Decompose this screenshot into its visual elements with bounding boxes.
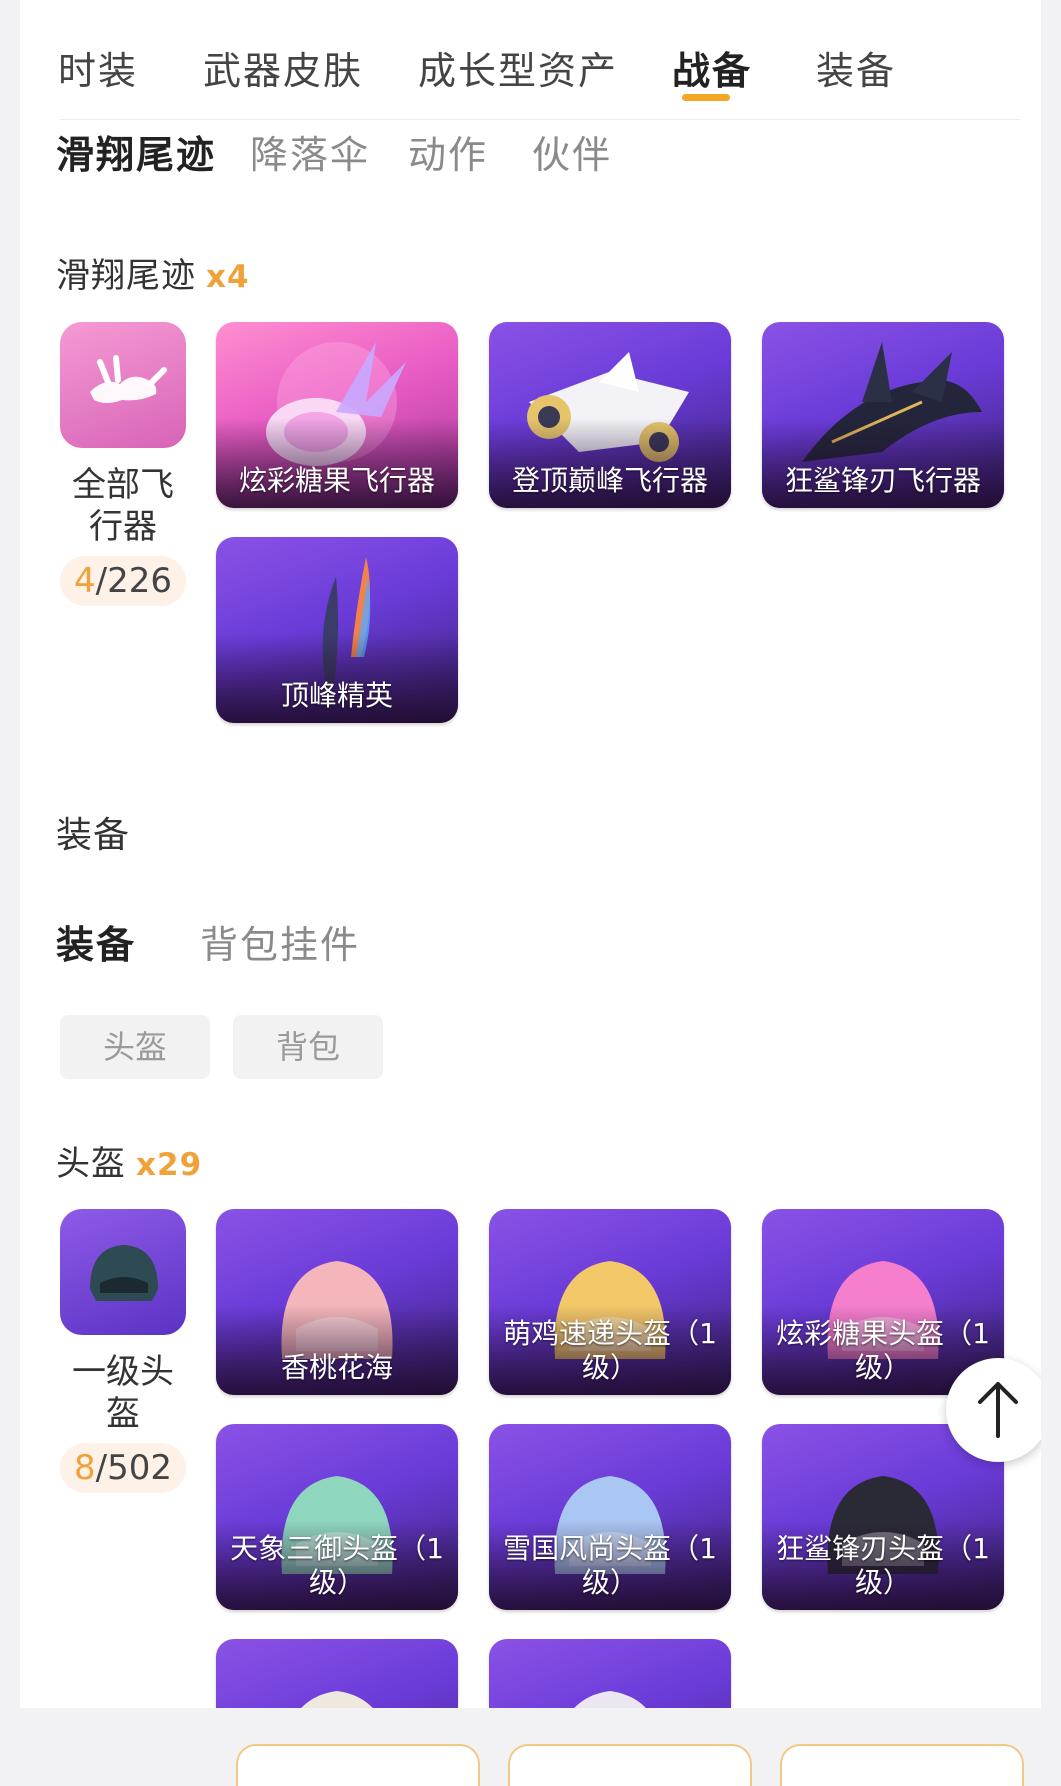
glide-progress: 4/226 — [60, 556, 186, 606]
glide-section-title: 滑翔尾迹 x4 — [56, 248, 250, 297]
helmet-name: 天象三御头盔（1级） — [230, 1532, 444, 1599]
helmet-progress: 8/502 — [60, 1443, 186, 1493]
top-tab-bar: 时装 武器皮肤 成长型资产 战备 装备 — [20, 28, 1041, 118]
subtab-parachute[interactable]: 降落伞 — [250, 124, 370, 179]
subtab-emote[interactable]: 动作 — [408, 124, 488, 179]
helmet-name: 狂鲨锋刃头盔（1级） — [776, 1532, 990, 1599]
helmet-card[interactable] — [489, 1639, 731, 1708]
tab-weapon-skins[interactable]: 武器皮肤 — [203, 40, 363, 95]
bottom-button[interactable] — [508, 1744, 752, 1786]
item-card[interactable]: 炫彩糖果飞行器 — [216, 322, 458, 508]
helmet-total: /502 — [95, 1448, 172, 1488]
back-to-top-button[interactable] — [946, 1358, 1041, 1462]
item-name: 登顶巅峰飞行器 — [511, 464, 708, 497]
tab-battle-prep[interactable]: 战备 — [672, 40, 752, 95]
bottom-button[interactable] — [780, 1744, 1024, 1786]
category-label-all-gliders: 全部飞行器 — [72, 465, 174, 547]
helmet-card[interactable]: 香桃花海 — [216, 1209, 458, 1395]
subtab-glide-trail[interactable]: 滑翔尾迹 — [56, 124, 216, 179]
arrow-up-icon — [978, 1382, 1018, 1438]
helmet-name: 萌鸡速递头盔（1级） — [503, 1317, 717, 1384]
filter-chip-backpack[interactable]: 背包 — [233, 1015, 383, 1079]
helmet-art-icon — [301, 1691, 373, 1708]
item-card[interactable]: 顶峰精英 — [216, 537, 458, 723]
skydiver-icon[interactable] — [60, 322, 186, 448]
tab-fashion[interactable]: 时装 — [58, 40, 138, 95]
glide-total: /226 — [95, 561, 172, 601]
helmet-title: 头盔 — [56, 1144, 126, 1184]
helmet-icon[interactable] — [60, 1209, 186, 1335]
item-name: 顶峰精英 — [280, 679, 393, 712]
helmet-section-title: 头盔 x29 — [56, 1136, 202, 1185]
helmet-card[interactable]: 天象三御头盔（1级） — [216, 1424, 458, 1610]
page: 时装 武器皮肤 成长型资产 战备 装备 滑翔尾迹 降落伞 动作 伙伴 滑翔尾迹 x… — [20, 0, 1041, 1708]
equipment-tab-backpack-charms[interactable]: 背包挂件 — [200, 914, 360, 969]
active-tab-indicator — [682, 94, 730, 101]
subtab-companion[interactable]: 伙伴 — [532, 124, 612, 179]
equipment-section-title: 装备 — [56, 815, 131, 856]
helmet-card[interactable]: 雪国风尚头盔（1级） — [489, 1424, 731, 1610]
helmet-card[interactable] — [216, 1639, 458, 1708]
helmet-owned: 8 — [74, 1448, 96, 1488]
tab-equipment[interactable]: 装备 — [816, 40, 896, 95]
divider — [60, 119, 1020, 120]
glide-owned: 4 — [74, 561, 96, 601]
glide-count: x4 — [206, 259, 250, 295]
item-card[interactable]: 狂鲨锋刃飞行器 — [762, 322, 1004, 508]
category-label-level1-helmet: 一级头盔 — [72, 1352, 174, 1434]
filter-chip-helmet[interactable]: 头盔 — [60, 1015, 210, 1079]
helmet-name: 香桃花海 — [280, 1351, 393, 1384]
tab-growth-assets[interactable]: 成长型资产 — [418, 40, 618, 95]
glide-title: 滑翔尾迹 — [56, 256, 196, 296]
helmet-card[interactable]: 萌鸡速递头盔（1级） — [489, 1209, 731, 1395]
helmet-name: 雪国风尚头盔（1级） — [503, 1532, 717, 1599]
item-name: 狂鲨锋刃飞行器 — [784, 464, 981, 497]
item-card[interactable]: 登顶巅峰飞行器 — [489, 322, 731, 508]
helmet-art-icon — [574, 1691, 646, 1708]
bottom-button[interactable] — [236, 1744, 480, 1786]
helmet-count: x29 — [136, 1147, 203, 1183]
item-name: 炫彩糖果飞行器 — [238, 464, 435, 497]
equipment-tab-equipment[interactable]: 装备 — [56, 914, 136, 969]
